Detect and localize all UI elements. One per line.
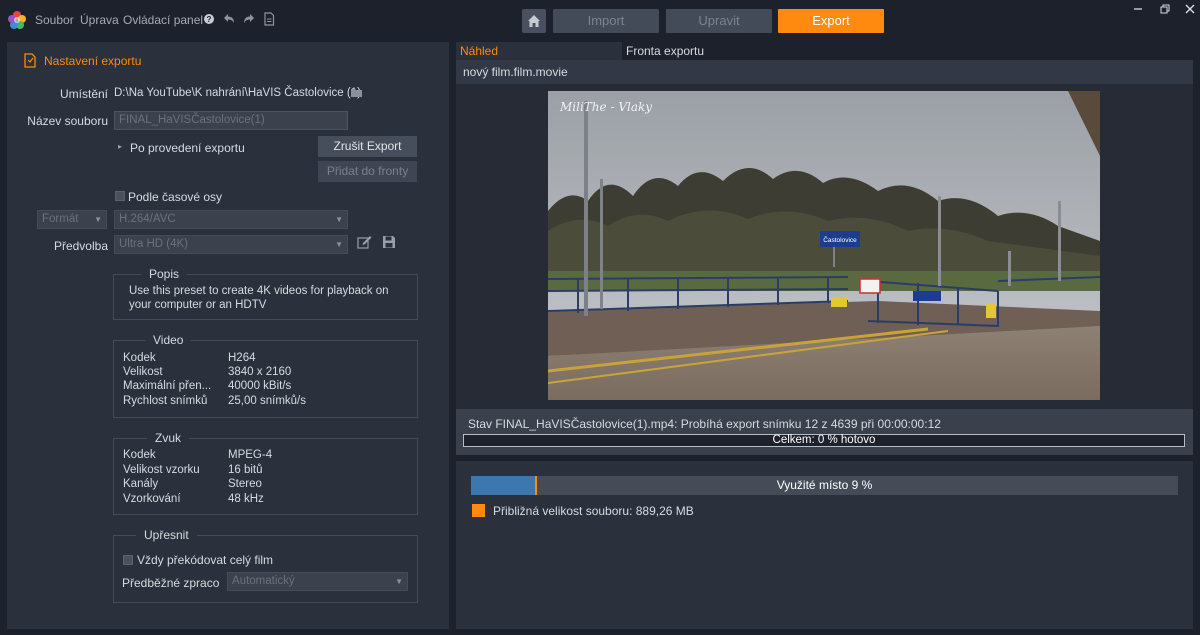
file-title: nový film.film.movie [463, 65, 568, 79]
chevron-down-icon: ▼ [335, 215, 343, 224]
video-codec-value: H264 [228, 352, 256, 364]
preset-dropdown-value: Ultra HD (4K) [119, 238, 189, 250]
timeline-checkbox-label: Podle časové osy [128, 190, 223, 204]
chevron-down-icon: ▼ [395, 577, 403, 586]
chevron-down-icon: ▼ [335, 240, 343, 249]
audio-codec-key: Kodek [123, 449, 156, 461]
app-logo-icon [7, 10, 27, 30]
total-progress-label: Celkem: 0 % hotovo [772, 434, 876, 446]
preview-area: Častolovice MiliThe - Vlaky [456, 84, 1193, 409]
codec-dropdown-value: H.264/AVC [119, 213, 176, 225]
menu-file[interactable]: Soubor [35, 13, 74, 27]
disk-usage-bar: Využité místo 9 % [471, 476, 1178, 495]
tab-export-queue[interactable]: Fronta exportu [622, 42, 1193, 60]
video-bitrate-key: Maximální přen... [123, 380, 212, 392]
preset-label: Předvolba [53, 239, 108, 253]
disk-usage-panel: Využité místo 9 % Přibližná velikost sou… [456, 461, 1193, 629]
add-to-queue-button[interactable]: Přidat do fronty [318, 161, 417, 182]
description-title: Popis [141, 267, 188, 281]
audio-sample-size-value: 16 bitů [228, 464, 263, 476]
codec-dropdown[interactable]: H.264/AVC ▼ [114, 210, 348, 229]
audio-title: Zvuk [147, 431, 190, 445]
audio-codec-value: MPEG-4 [228, 449, 273, 461]
audio-sample-size-key: Velikost vzorku [123, 464, 200, 476]
document-icon[interactable] [262, 12, 276, 26]
watermark-text: MiliThe - Vlaky [559, 100, 652, 114]
prerender-label: Předběžné zpraco [122, 576, 220, 590]
location-value: D:\Na YouTube\K nahrání\HaVIS Častolovic… [114, 87, 361, 99]
restore-icon[interactable] [1156, 2, 1174, 16]
prerender-dropdown[interactable]: Automatický ▼ [227, 572, 408, 591]
format-dropdown[interactable]: Formát ▼ [37, 210, 107, 229]
video-codec-key: Kodek [123, 352, 156, 364]
menu-control-panel[interactable]: Ovládací panel [123, 13, 203, 27]
panel-title: Nastavení exportu [44, 54, 142, 68]
help-icon[interactable]: ? [202, 12, 216, 26]
export-settings-panel: Nastavení exportu Umístění D:\Na YouTube… [7, 42, 449, 629]
home-button[interactable] [522, 9, 546, 33]
edit-mode-button[interactable]: Upravit [666, 9, 772, 33]
audio-samplerate-value: 48 kHz [228, 493, 264, 505]
location-label: Umístění [59, 87, 108, 101]
menu-edit[interactable]: Úprava [80, 13, 119, 27]
description-text: Use this preset to create 4K videos for … [129, 285, 389, 311]
chevron-down-icon: ▼ [94, 215, 102, 224]
export-mode-button[interactable]: Export [778, 9, 884, 33]
audio-samplerate-key: Vzorkování [123, 493, 181, 505]
video-framerate-key: Rychlost snímků [123, 395, 208, 407]
cancel-export-button[interactable]: Zrušit Export [318, 136, 417, 157]
expand-arrow-icon[interactable]: ▸ [118, 142, 122, 151]
save-preset-icon[interactable] [382, 235, 396, 249]
preview-panel: Náhled Fronta exportu nový film.film.mov… [456, 42, 1193, 455]
minimize-icon[interactable] [1129, 2, 1147, 16]
top-bar: Soubor Úprava Ovládací panel ? Import Up… [0, 0, 1200, 42]
audio-channels-value: Stereo [228, 478, 262, 490]
export-settings-icon [23, 53, 37, 68]
svg-text:?: ? [207, 15, 212, 24]
filename-input[interactable]: FINAL_HaVISČastolovice(1) [114, 111, 348, 130]
file-size-estimate: Přibližná velikost souboru: 889,26 MB [493, 504, 694, 518]
video-title: Video [145, 333, 192, 347]
station-sign-text: Častolovice [823, 235, 857, 244]
preview-image: Častolovice MiliThe - Vlaky [548, 91, 1100, 400]
redo-icon[interactable] [242, 12, 256, 26]
after-export-label[interactable]: Po provedení exportu [130, 141, 245, 155]
refine-title: Upřesnit [136, 528, 197, 542]
file-size-swatch [472, 504, 485, 517]
export-status-text: Stav FINAL_HaVISČastolovice(1).mp4: Prob… [468, 417, 941, 431]
timeline-checkbox[interactable] [115, 191, 125, 201]
always-transcode-label: Vždy překódovat celý film [137, 553, 274, 567]
undo-icon[interactable] [222, 12, 236, 26]
preset-dropdown[interactable]: Ultra HD (4K) ▼ [114, 235, 348, 254]
video-framerate-value: 25,00 snímků/s [228, 395, 306, 407]
video-bitrate-value: 40000 kBit/s [228, 380, 292, 392]
format-dropdown-label: Formát [42, 213, 79, 225]
tab-preview[interactable]: Náhled [456, 42, 622, 60]
folder-icon[interactable] [351, 87, 363, 98]
edit-preset-icon[interactable] [357, 235, 372, 249]
filename-label: Název souboru [27, 114, 108, 128]
video-size-key: Velikost [123, 366, 163, 378]
audio-channels-key: Kanály [123, 478, 159, 490]
video-size-value: 3840 x 2160 [228, 366, 292, 378]
prerender-dropdown-value: Automatický [232, 575, 295, 587]
disk-usage-label: Využité místo 9 % [776, 478, 873, 492]
file-title-bar: nový film.film.movie [456, 60, 1193, 84]
close-icon[interactable] [1181, 2, 1199, 16]
always-transcode-checkbox[interactable] [123, 555, 133, 565]
total-progress-bar: Celkem: 0 % hotovo [463, 434, 1185, 447]
import-mode-button[interactable]: Import [553, 9, 659, 33]
refine-group [113, 535, 418, 603]
export-status-area: Stav FINAL_HaVISČastolovice(1).mp4: Prob… [456, 409, 1193, 455]
